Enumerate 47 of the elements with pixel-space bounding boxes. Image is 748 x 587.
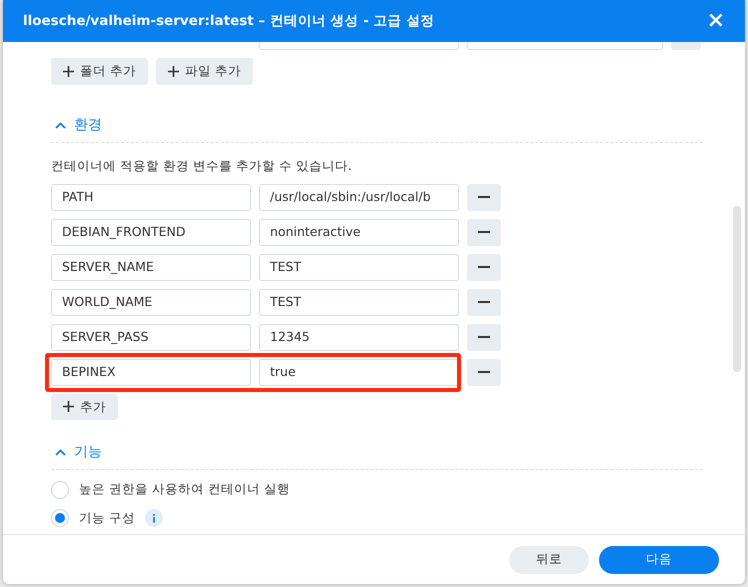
- minus-icon: [478, 336, 490, 338]
- add-button[interactable]: 추가: [51, 394, 118, 420]
- input-field[interactable]: true: [259, 358, 459, 386]
- plus-icon: [63, 66, 74, 77]
- input-field[interactable]: DEBIAN_FRONTEND: [51, 218, 251, 246]
- input-field[interactable]: TEST: [259, 288, 459, 316]
- remove-button[interactable]: [467, 324, 501, 350]
- scrollbar[interactable]: [733, 206, 741, 372]
- input-field[interactable]: SERVER_NAME: [51, 254, 251, 280]
- next-button[interactable]: 다음: [599, 546, 719, 574]
- input-field[interactable]: WORLD_NAME: [51, 288, 251, 316]
- section-title: 기능: [74, 443, 102, 462]
- radio-button[interactable]: [51, 480, 69, 499]
- input-field[interactable]: /usr/local/sbin:/usr/local/b: [259, 184, 459, 210]
- input-field[interactable]: SERVER_PASS: [51, 324, 251, 350]
- radio-label: 기능 구성: [79, 509, 135, 527]
- radio-label: 높은 권한을 사용하여 컨테이너 실행: [79, 480, 290, 498]
- add-button[interactable]: 파일 추가: [156, 58, 253, 85]
- minus-icon: [478, 301, 490, 303]
- chevron-up-icon: [55, 449, 66, 456]
- input-field[interactable]: TEST: [259, 254, 459, 280]
- minus-icon: [478, 371, 490, 373]
- remove-button[interactable]: [467, 358, 501, 386]
- input-field[interactable]: BEPINEX: [51, 358, 251, 386]
- window-title: lloesche/valheim-server:latest – 컨테이너 생성 - 고급 설정: [23, 12, 434, 31]
- remove-button[interactable]: [467, 218, 501, 246]
- plus-icon: [168, 66, 179, 77]
- section-header[interactable]: 환경: [51, 114, 703, 143]
- close-button[interactable]: ×: [700, 10, 731, 32]
- minus-icon: [478, 266, 490, 268]
- info-icon[interactable]: [144, 509, 163, 528]
- minus-icon: [478, 196, 490, 198]
- back-button[interactable]: 뒤로: [509, 546, 589, 574]
- plus-icon: [63, 401, 74, 412]
- description-text: 컨테이너에 적용할 환경 변수를 추가할 수 있습니다.: [51, 156, 353, 175]
- input-field[interactable]: PATH: [51, 184, 251, 210]
- section-title: 환경: [74, 116, 102, 135]
- add-button[interactable]: 폴더 추가: [51, 58, 148, 85]
- remove-button[interactable]: [467, 254, 501, 280]
- section-header[interactable]: 기능: [51, 442, 703, 470]
- minus-icon: [478, 231, 490, 233]
- radio-button[interactable]: [51, 509, 69, 528]
- chevron-up-icon: [55, 122, 66, 129]
- remove-button[interactable]: [467, 184, 501, 210]
- input-field[interactable]: noninteractive: [259, 218, 459, 246]
- input-field[interactable]: 12345: [259, 324, 459, 350]
- remove-button[interactable]: [467, 288, 501, 316]
